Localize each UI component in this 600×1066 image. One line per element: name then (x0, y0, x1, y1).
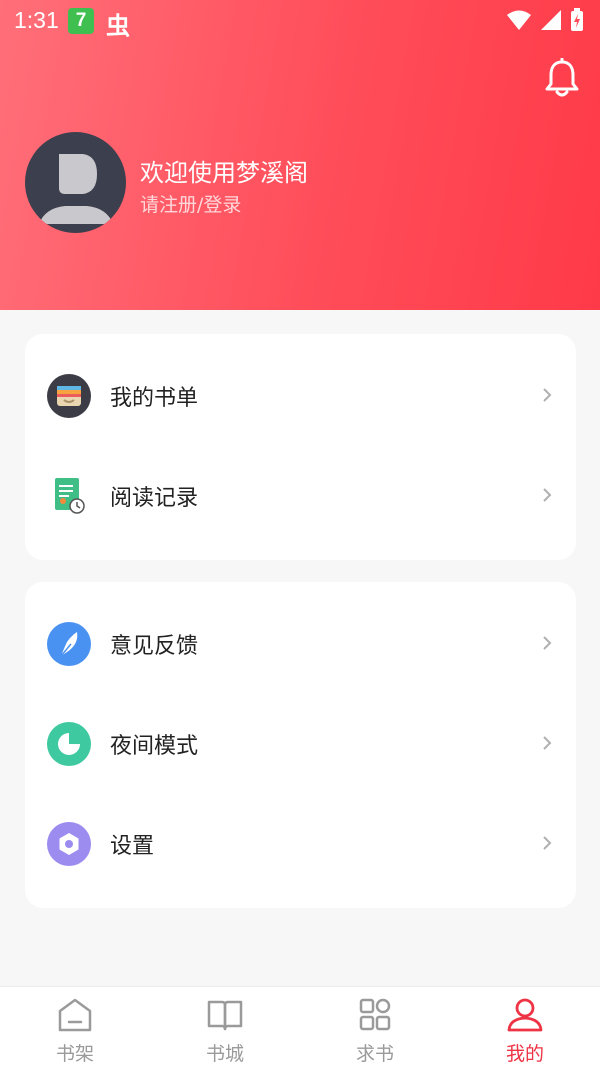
menu-item-feedback[interactable]: 意见反馈 (25, 594, 576, 694)
menu-item-night-mode[interactable]: 夜间模式 (25, 694, 576, 794)
tab-label: 书架 (55, 1043, 94, 1065)
status-bar: 1:31 7 虫 (0, 0, 600, 42)
tab-label: 求书 (355, 1043, 394, 1065)
wifi-icon (507, 10, 531, 30)
menu-label: 意见反馈 (110, 634, 199, 659)
status-icons (506, 8, 584, 32)
notification-bell-icon[interactable] (544, 58, 580, 100)
menu-item-my-booklist[interactable]: 我的书单 (25, 346, 576, 446)
chevron-right-icon (543, 736, 552, 750)
settings-icon (47, 822, 91, 866)
menu-card-secondary: 意见反馈 夜间模式 设置 (25, 582, 576, 908)
night-mode-icon (47, 722, 91, 766)
tab-label: 书城 (205, 1043, 244, 1065)
menu-label: 我的书单 (110, 386, 199, 411)
profile-icon (507, 998, 543, 1032)
app-badge-icon: 7 (68, 8, 94, 34)
bottom-tab-bar: 书架 书城 求书 我的 (0, 986, 600, 1066)
chevron-right-icon (543, 388, 552, 402)
feather-icon (47, 622, 91, 666)
signal-icon (541, 10, 561, 30)
welcome-title: 欢迎使用梦溪阁 (140, 159, 308, 187)
menu-item-settings[interactable]: 设置 (25, 794, 576, 894)
tab-label: 我的 (505, 1043, 544, 1065)
chevron-right-icon (543, 636, 552, 650)
login-register-link[interactable]: 请注册/登录 (140, 190, 241, 217)
tab-bookstore[interactable]: 书城 (150, 987, 300, 1066)
menu-item-reading-history[interactable]: 阅读记录 (25, 446, 576, 546)
battery-icon (571, 8, 583, 31)
chevron-right-icon (543, 836, 552, 850)
menu-label: 阅读记录 (110, 486, 199, 511)
book-icon (207, 1000, 243, 1031)
menu-label: 设置 (110, 834, 155, 859)
tab-request-book[interactable]: 求书 (300, 987, 450, 1066)
tab-mine[interactable]: 我的 (450, 987, 600, 1066)
bug-app-icon: 虫 (106, 12, 130, 40)
chevron-right-icon (543, 488, 552, 502)
status-time: 1:31 (14, 7, 59, 33)
avatar[interactable] (25, 132, 126, 233)
grid-icon (359, 998, 391, 1031)
profile-header: 1:31 7 虫 欢迎使用梦溪阁 请注册/登录 (0, 0, 600, 310)
tab-bookshelf[interactable]: 书架 (0, 987, 150, 1066)
menu-card-primary: 我的书单 阅读记录 (25, 334, 576, 560)
bookshelf-icon (58, 998, 92, 1032)
menu-label: 夜间模式 (110, 734, 199, 759)
default-avatar-icon (39, 154, 113, 224)
wallet-icon (47, 374, 91, 418)
reading-history-icon (47, 474, 91, 518)
